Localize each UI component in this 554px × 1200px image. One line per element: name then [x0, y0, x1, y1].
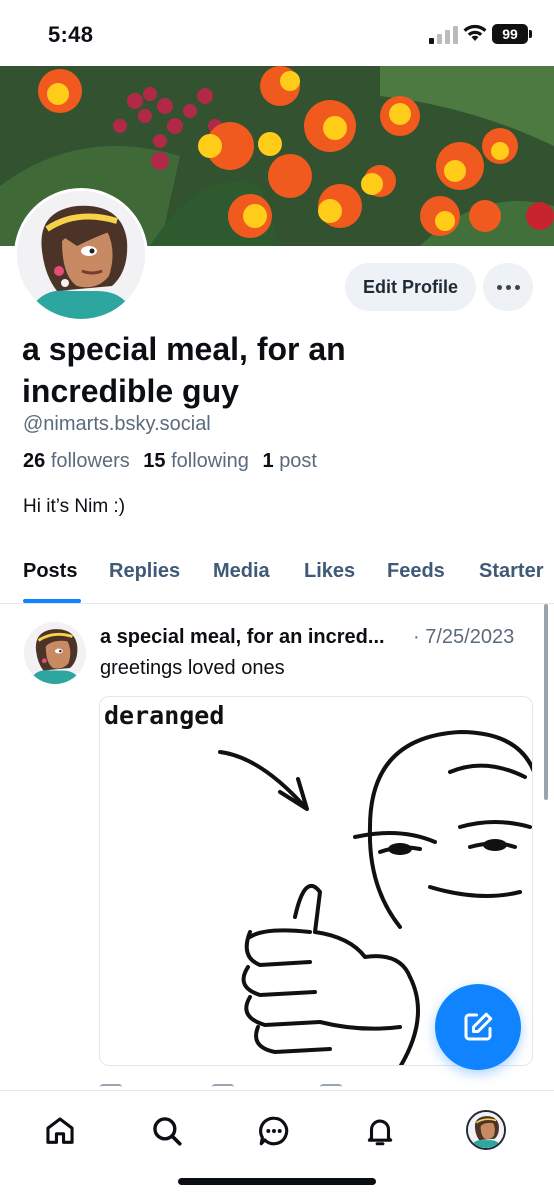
nav-search[interactable]: [147, 1111, 187, 1151]
compose-post-button[interactable]: [435, 984, 521, 1070]
avatar-illustration: [17, 191, 145, 319]
tab-likes[interactable]: Likes: [304, 560, 355, 583]
post-date[interactable]: · 7/25/2023: [413, 626, 514, 649]
compose-icon: [464, 1012, 493, 1041]
profile-display-name: a special meal, for an incredible guy: [22, 331, 346, 409]
nav-profile-avatar[interactable]: [466, 1110, 506, 1150]
more-dot-icon: [505, 284, 511, 290]
home-indicator: [178, 1178, 376, 1185]
status-bar: 5:48 99: [0, 0, 554, 66]
followers-link[interactable]: 26 followers: [23, 450, 130, 472]
battery-icon: 99: [492, 24, 532, 44]
nav-notifications[interactable]: [360, 1111, 400, 1151]
tab-starter-packs[interactable]: Starter: [479, 560, 543, 583]
profile-avatar[interactable]: [14, 188, 148, 322]
nav-chat[interactable]: [254, 1111, 294, 1151]
tab-replies[interactable]: Replies: [109, 560, 180, 583]
profile-tabs: Posts Replies Media Likes Feeds Starter: [0, 548, 554, 604]
tab-feeds[interactable]: Feeds: [387, 560, 445, 583]
avatar-illustration: [468, 1112, 504, 1148]
following-link[interactable]: 15 following: [143, 450, 249, 472]
home-icon: [46, 1117, 74, 1144]
edit-profile-button[interactable]: Edit Profile: [345, 263, 476, 311]
nav-home[interactable]: [40, 1111, 80, 1151]
post-text: greetings loved ones: [100, 657, 285, 679]
more-options-button[interactable]: [483, 263, 533, 311]
more-dot-icon: [496, 284, 502, 290]
post-author-avatar[interactable]: [24, 622, 86, 684]
following-count: 15: [143, 450, 166, 472]
followers-label: followers: [50, 450, 130, 472]
status-time: 5:48: [48, 22, 94, 47]
active-tab-indicator: [23, 599, 81, 603]
scrollbar[interactable]: [544, 604, 548, 800]
followers-count: 26: [23, 450, 46, 472]
posts-label: post: [279, 450, 317, 472]
posts-stat: 1 post: [263, 450, 318, 472]
avatar-illustration: [24, 622, 86, 684]
tab-posts[interactable]: Posts: [23, 560, 77, 583]
tab-media[interactable]: Media: [213, 560, 270, 583]
more-dot-icon: [514, 284, 520, 290]
profile-stats: 26 followers 15 following 1 post: [23, 450, 317, 473]
following-label: following: [171, 450, 249, 472]
chat-icon: [259, 1116, 289, 1146]
cellular-signal-icon: [429, 26, 458, 44]
profile-handle: @nimarts.bsky.social: [23, 413, 211, 435]
post-author-name[interactable]: a special meal, for an incred...: [100, 626, 385, 649]
notifications-icon: [367, 1119, 393, 1146]
profile-bio: Hi it’s Nim :): [23, 496, 126, 517]
search-icon: [153, 1117, 182, 1146]
wifi-icon: [463, 24, 487, 41]
posts-count: 1: [262, 450, 274, 472]
